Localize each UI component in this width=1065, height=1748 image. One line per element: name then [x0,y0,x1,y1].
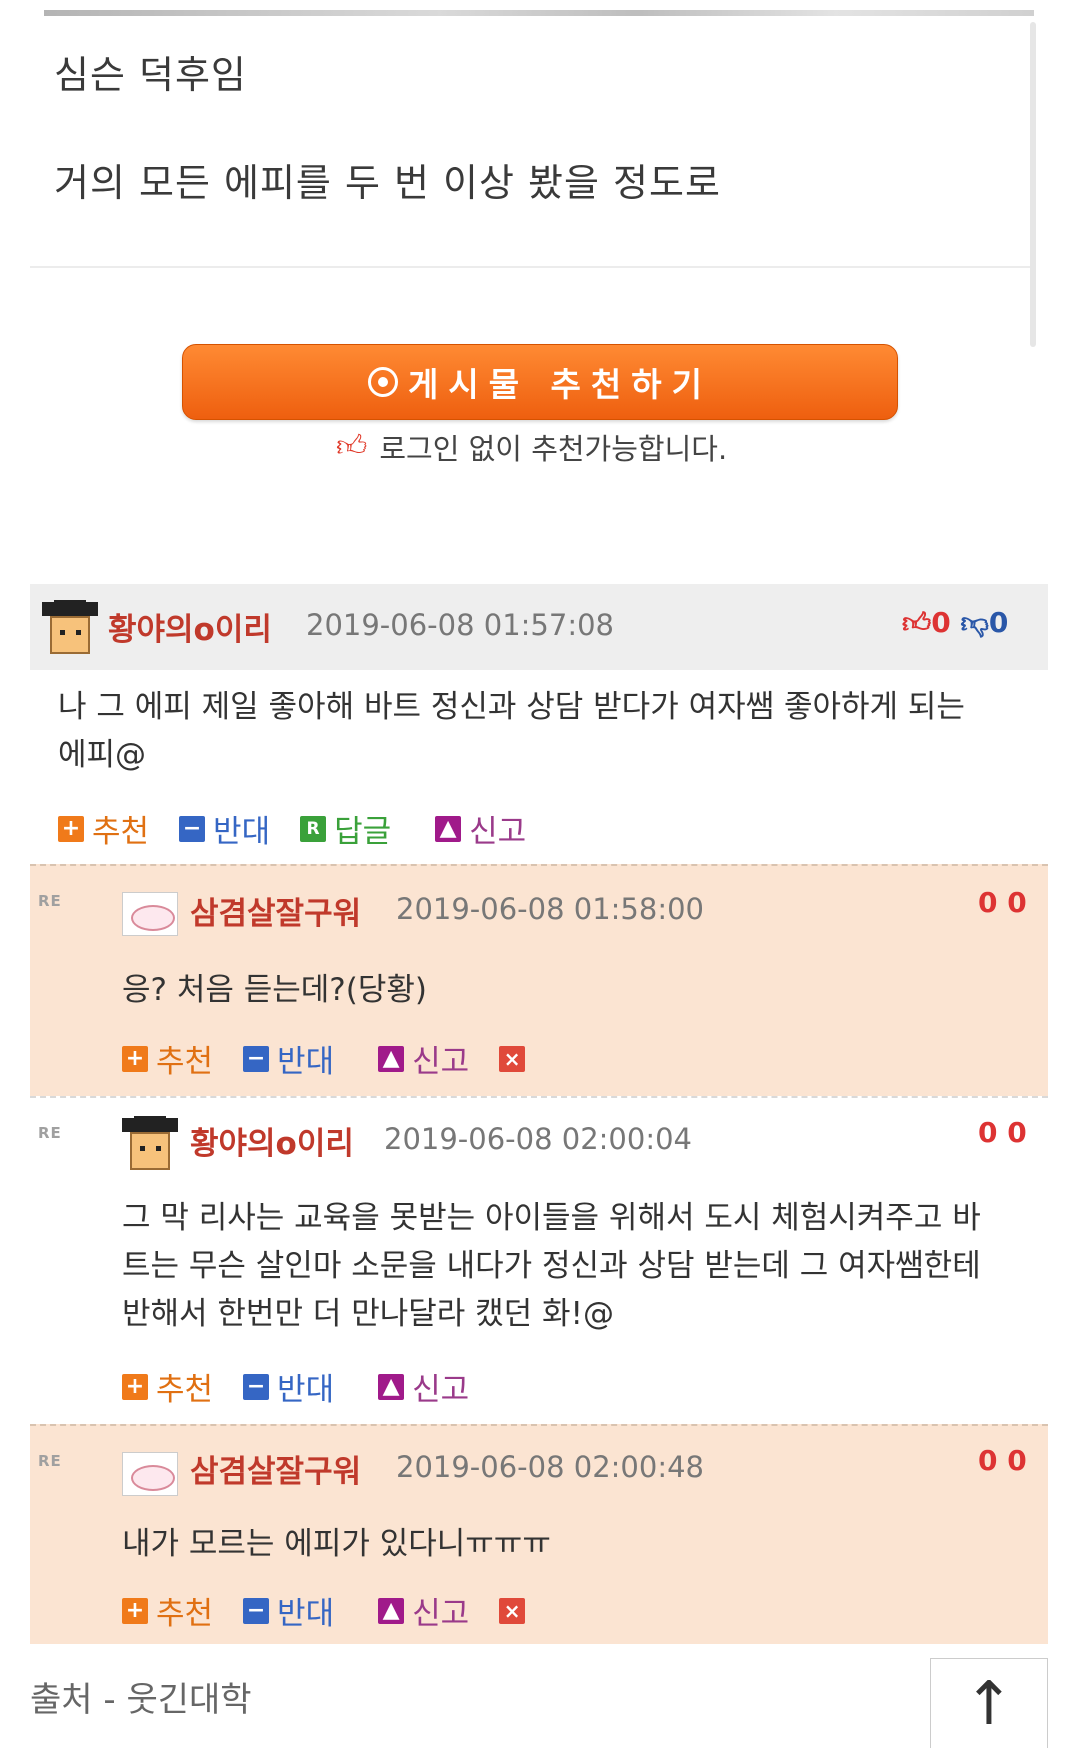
comment-actions: + 추천 − 반대 ▲ 신고 × [122,1588,563,1633]
siren-icon: ▲ [378,1373,405,1400]
down-count: 0 [988,606,1009,639]
re-mark: RE [38,1452,62,1470]
comment-nickname[interactable]: 황야의o이리 [108,604,272,649]
comment-text-line: 트는 무슨 살인마 소문을 내다가 정신과 상담 받는데 그 여자쌤한테 [122,1248,981,1284]
comment-text: 나 그 에피 제일 좋아해 바트 정신과 상담 받다가 여자쌤 좋아하게 되는 … [58,683,1018,779]
comment-date: 2019-06-08 02:00:48 [396,1450,704,1484]
comment-actions: + 추천 − 반대 ▲ 신고 × [122,1036,563,1081]
plus-icon: + [122,1373,148,1400]
re-mark: RE [38,1124,62,1142]
comment-text: 응? 처음 듣는데?(당황) [122,972,427,1008]
post-text-line: 거의 모든 에피를 두 번 이상 봤을 정도로 [54,161,721,205]
minus-icon: − [243,1373,270,1400]
comment-actions: + 추천 − 반대 R 답글 ▲ 신고 [58,806,556,851]
comment-votes: 👍︎0 👎︎0 [902,606,1008,640]
minus-icon: − [243,1045,270,1072]
recommend-button-label: 게시물 추천하기 [407,365,712,404]
upvote-button[interactable]: + 추천 [122,1364,213,1409]
post-text-line: 심슨 덕후임 [54,53,247,97]
post-body: 심슨 덕후임 거의 모든 에피를 두 번 이상 봤을 정도로 [30,16,1030,266]
downvote-button[interactable]: − 반대 [243,1036,334,1081]
siren-icon: ▲ [378,1597,405,1624]
thumbs-down-icon: 👎︎ [960,606,989,639]
upvote-button[interactable]: + 추천 [58,806,149,851]
arrow-up-icon: ↑ [963,1668,1015,1739]
scroll-to-top-button[interactable]: ↑ [930,1658,1048,1748]
comment-text: 내가 모르는 에피가 있다니ㅠㅠㅠ [122,1526,551,1562]
close-icon: × [499,1045,526,1072]
comment-votes: 0 0 [978,886,1027,919]
reply-comment: RE 삼겸살잘구워 2019-06-08 02:00:48 0 0 내가 모르는… [30,1424,1048,1644]
target-icon [367,367,398,397]
downvote-button[interactable]: − 반대 [179,806,270,851]
upvote-button[interactable]: + 추천 [122,1036,213,1081]
comment-header: 황야의o이리 2019-06-08 01:57:08 👍︎0 👎︎0 [30,584,1048,670]
comment-date: 2019-06-08 02:00:04 [384,1122,692,1156]
comment-nickname[interactable]: 삼겸살잘구워 [190,888,361,933]
plus-icon: + [122,1597,148,1624]
report-button[interactable]: ▲ 신고 [378,1036,469,1081]
reply-button[interactable]: R 답글 [300,806,391,851]
source-caption: 출처 - 웃긴대학 [30,1680,252,1720]
comment-text-line: 그 막 리사는 교육을 못받는 아이들을 위해서 도시 체험시켜주고 바 [122,1200,981,1236]
avatar [122,1116,178,1172]
comment-votes: 0 0 [978,1116,1027,1149]
recommend-note-text: 로그인 없이 추천가능합니다. [379,432,728,466]
comment-text-line: 에피@ [58,737,147,773]
plus-icon: + [122,1045,148,1072]
comment-votes: 0 0 [978,1444,1027,1477]
divider [30,266,1030,268]
comment-text-line: 나 그 에피 제일 좋아해 바트 정신과 상담 받다가 여자쌤 좋아하게 되는 [58,689,965,725]
report-button[interactable]: ▲ 신고 [378,1588,469,1633]
reply-comment: RE 삼겸살잘구워 2019-06-08 01:58:00 0 0 응? 처음 … [30,864,1048,1096]
thumbs-up-icon: 👍︎ [902,606,932,639]
upvote-button[interactable]: + 추천 [122,1588,213,1633]
delete-button[interactable]: × [499,1597,533,1624]
comment-text-line: 반해서 한번만 더 만나달라 캤던 화!@ [122,1296,614,1332]
avatar [42,600,98,656]
comment-date: 2019-06-08 01:57:08 [306,608,614,642]
plus-icon: + [58,815,84,842]
reply-comment: RE 황야의o이리 2019-06-08 02:00:04 0 0 그 막 리사… [30,1096,1048,1424]
report-button[interactable]: ▲ 신고 [435,806,526,851]
comment-actions: + 추천 − 반대 ▲ 신고 [122,1364,499,1409]
comment-nickname[interactable]: 삼겸살잘구워 [190,1446,361,1491]
up-count: 0 [931,606,951,639]
report-button[interactable]: ▲ 신고 [378,1364,469,1409]
close-icon: × [499,1597,526,1624]
reply-icon: R [300,815,327,842]
re-mark: RE [38,892,62,910]
minus-icon: − [179,815,206,842]
thumbs-up-icon: 👍︎ [336,429,368,464]
recommend-note: 👍︎ 로그인 없이 추천가능합니다. [336,426,727,468]
downvote-button[interactable]: − 반대 [243,1588,334,1633]
avatar [122,1444,178,1500]
scrollbar[interactable] [1030,22,1036,347]
siren-icon: ▲ [435,815,462,842]
delete-button[interactable]: × [499,1045,533,1072]
comment-text: 그 막 리사는 교육을 못받는 아이들을 위해서 도시 체험시켜주고 바 트는 … [122,1194,1038,1338]
minus-icon: − [243,1597,270,1624]
downvote-button[interactable]: − 반대 [243,1364,334,1409]
avatar [122,884,178,940]
siren-icon: ▲ [378,1045,405,1072]
comment-nickname[interactable]: 황야의o이리 [190,1118,354,1163]
comment-date: 2019-06-08 01:58:00 [396,892,704,926]
recommend-post-button[interactable]: 게시물 추천하기 [182,344,898,420]
